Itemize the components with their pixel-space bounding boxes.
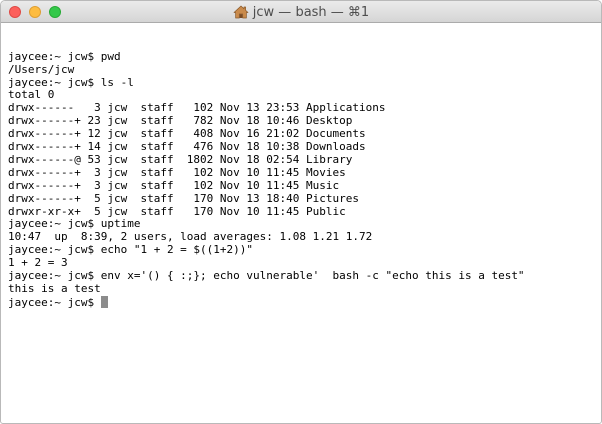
title-bar[interactable]: jcw — bash — ⌘1 xyxy=(1,1,601,23)
terminal-line: jaycee:~ jcw$ pwd xyxy=(8,49,121,63)
window-title-container: jcw — bash — ⌘1 xyxy=(1,1,601,23)
terminal-line: /Users/jcw xyxy=(8,62,75,76)
zoom-button[interactable] xyxy=(49,6,61,18)
window-title: jcw — bash — ⌘1 xyxy=(252,4,370,20)
home-icon xyxy=(233,5,249,19)
terminal-line: drwx------@ 53 jcw staff 1802 Nov 18 02:… xyxy=(8,152,353,166)
close-button[interactable] xyxy=(9,6,21,18)
terminal-line: jaycee:~ jcw$ env x='() { :;}; echo vuln… xyxy=(8,268,525,282)
terminal-line: jaycee:~ jcw$ echo "1 + 2 = $((1+2))" xyxy=(8,243,254,257)
terminal-line: drwx------+ 3 jcw staff 102 Nov 10 11:45… xyxy=(8,178,340,192)
minimize-button[interactable] xyxy=(29,6,41,18)
terminal-line: drwx------+ 14 jcw staff 476 Nov 18 10:3… xyxy=(8,140,366,154)
terminal-output[interactable]: jaycee:~ jcw$ pwd/Users/jcw jaycee:~ jcw$… xyxy=(1,23,601,423)
terminal-line: this is a test xyxy=(8,281,101,295)
terminal-line: drwx------+ 3 jcw staff 102 Nov 10 11:45… xyxy=(8,165,346,179)
terminal-window: jcw — bash — ⌘1 jaycee:~ jcw$ pwd/Users/… xyxy=(0,0,602,424)
terminal-line: drwx------+ 5 jcw staff 170 Nov 13 18:40… xyxy=(8,191,359,205)
terminal-line: jaycee:~ jcw$ ls -l xyxy=(8,75,134,89)
prompt-text: jaycee:~ jcw$ xyxy=(8,295,101,309)
prompt-line[interactable]: jaycee:~ jcw$ xyxy=(8,295,601,309)
text-cursor xyxy=(100,295,108,308)
